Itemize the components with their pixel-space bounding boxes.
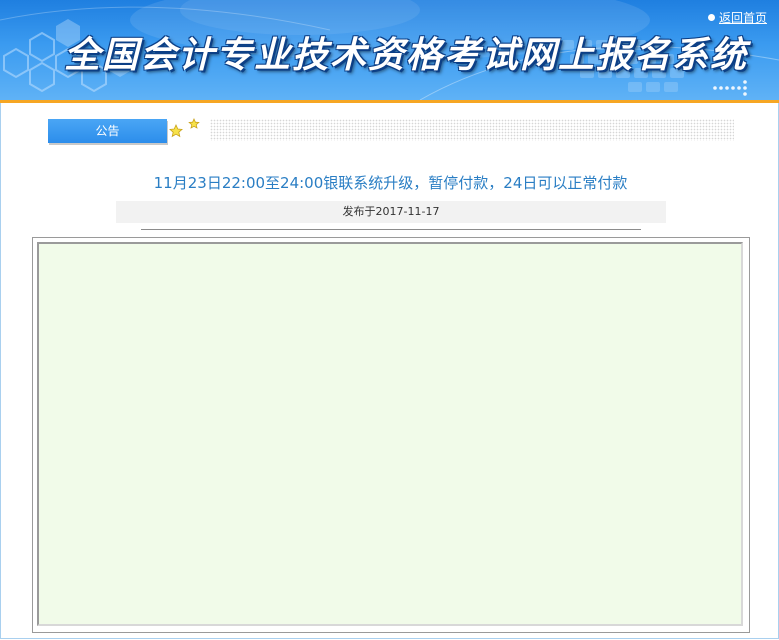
divider-line (141, 229, 641, 230)
star-icon (169, 118, 200, 138)
dotted-strip (210, 119, 734, 141)
notice-body-frame (32, 237, 750, 633)
content-frame: 公告 11月23日22:00至24:00银联系统升级，暂停付款，24日可以正常付… (0, 103, 779, 639)
page: 全国会计专业技术资格考试网上报名系统 返回首页 公告 11月23日22:00至2… (0, 0, 779, 640)
header-banner: 全国会计专业技术资格考试网上报名系统 返回首页 (0, 0, 779, 100)
system-title: 全国会计专业技术资格考试网上报名系统 (64, 34, 749, 76)
notice-tab: 公告 (48, 119, 167, 143)
home-link[interactable]: 返回首页 (707, 9, 767, 26)
notice-body-content (37, 242, 743, 626)
bullet-dot-icon (707, 14, 715, 21)
publish-date: 发布于2017-11-17 (116, 201, 666, 223)
home-link-label[interactable]: 返回首页 (719, 9, 767, 26)
notice-title: 11月23日22:00至24:00银联系统升级，暂停付款，24日可以正常付款 (153, 174, 628, 192)
notice-header: 公告 (48, 117, 734, 145)
